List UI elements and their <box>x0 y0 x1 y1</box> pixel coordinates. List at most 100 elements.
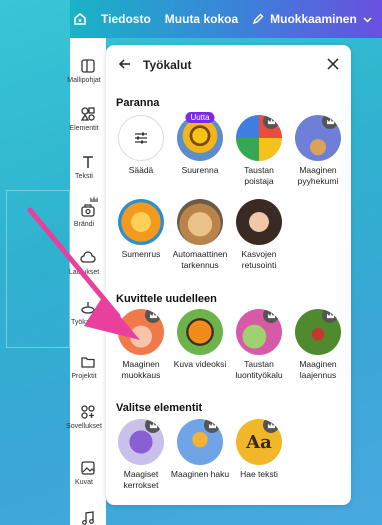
crown-icon <box>326 312 334 318</box>
tool-magic-layers[interactable]: Maagiset kerrokset <box>111 419 171 491</box>
upload-cloud-icon <box>80 251 96 263</box>
tool-face-retouch[interactable]: Kasvojen retusointi <box>229 199 289 271</box>
home-icon <box>74 12 86 25</box>
brand-icon <box>81 204 95 217</box>
resize-button[interactable]: Muuta kokoa <box>165 12 238 26</box>
ball-thumbnail <box>236 115 282 161</box>
rail-item-text[interactable]: Teksti <box>70 154 106 180</box>
edit-mode-label: Muokkaaminen <box>270 12 357 26</box>
tool-label: Kasvojen retusointi <box>241 249 277 270</box>
crown-icon <box>326 118 334 124</box>
tools-icon <box>81 302 95 314</box>
crown-badge <box>145 309 161 323</box>
sliders-icon <box>135 132 147 144</box>
rail-label: Brändi <box>73 221 95 228</box>
rail-item-elements[interactable]: Elementit <box>69 106 106 132</box>
templates-icon <box>81 59 95 73</box>
tool-label: Sumenrus <box>121 249 161 259</box>
tool-label: Maaginen pyyhekumi <box>297 165 339 186</box>
new-badge: Uutta <box>185 112 215 123</box>
tool-label: Taustan luontityökalu <box>235 359 283 380</box>
tool-magic-search[interactable]: Maaginen haku <box>170 419 230 480</box>
icecream-thumbnail <box>118 309 164 355</box>
crown-badge <box>145 419 161 433</box>
crown-icon <box>267 422 275 428</box>
dog-thumbnail <box>177 199 223 245</box>
rail-label: Kuvat <box>75 479 93 486</box>
tool-label: Maaginen muokkaus <box>121 359 161 380</box>
tool-autofocus[interactable]: Automaattinen tarkennus <box>170 199 230 271</box>
panel-title: Työkalut <box>143 58 192 72</box>
rail-label: Teksti <box>75 173 93 180</box>
crown-icon <box>149 312 157 318</box>
section-title-reimagine: Kuvittele uudelleen <box>116 293 217 305</box>
tool-label: Kuva videoksi <box>173 359 227 369</box>
back-arrow-icon[interactable] <box>117 56 133 72</box>
folder-icon <box>81 357 95 368</box>
rail-label: Lataukset <box>68 269 100 276</box>
top-toolbar: Tiedosto Muuta kokoa Muokkaaminen <box>70 0 382 38</box>
crown-badge <box>263 419 279 433</box>
tools-panel: Työkalut Paranna Säädä Uutta Suurenna Ta… <box>106 45 351 505</box>
crown-badge <box>204 419 220 433</box>
tool-bg-generator[interactable]: Taustan luontityökalu <box>229 309 289 381</box>
rail-label: Työkalut <box>70 319 98 326</box>
adjust-thumbnail <box>118 115 164 161</box>
crown-badge <box>322 115 338 129</box>
rail-label: Elementit <box>69 125 99 132</box>
crown-badge <box>263 309 279 323</box>
crown-icon <box>90 196 98 202</box>
rail-item-photos[interactable]: Kuvat <box>70 460 106 486</box>
rail-item-brand[interactable]: Brändi <box>70 202 106 228</box>
crown-badge <box>263 115 279 129</box>
chevron-down-icon <box>363 16 372 23</box>
tool-grab-text[interactable]: Aa Hae teksti <box>229 419 289 480</box>
section-title-select: Valitse elementit <box>116 402 203 414</box>
crown-icon <box>149 422 157 428</box>
bottle-thumbnail <box>236 309 282 355</box>
crown-icon <box>267 312 275 318</box>
rail-item-audio[interactable] <box>70 510 106 525</box>
decorative-frame <box>6 190 70 348</box>
text-glyph-icon: Aa <box>246 431 272 453</box>
tool-label: Suurenna <box>181 165 219 175</box>
file-menu[interactable]: Tiedosto <box>101 12 151 26</box>
tool-blur[interactable]: Sumenrus <box>111 199 171 260</box>
rail-item-projects[interactable]: Projektit <box>70 354 106 380</box>
tool-bg-remover[interactable]: Taustan poistaja <box>229 115 289 187</box>
tool-label: Automaattinen tarkennus <box>172 249 228 270</box>
face-thumbnail <box>236 199 282 245</box>
layers-thumbnail <box>118 419 164 465</box>
home-button[interactable] <box>73 6 87 32</box>
music-note-icon <box>82 511 94 525</box>
tool-magic-edit[interactable]: Maaginen muokkaus <box>111 309 171 381</box>
tool-label: Taustan poistaja <box>244 165 274 186</box>
edit-mode-menu[interactable]: Muokkaaminen <box>252 12 372 26</box>
rail-item-templates[interactable]: Mallipohjat <box>67 58 106 84</box>
side-rail: Mallipohjat Elementit Teksti Brändi Lata… <box>66 38 106 525</box>
tool-enlarge[interactable]: Uutta Suurenna <box>170 112 230 176</box>
crown-icon <box>267 118 275 124</box>
rail-label: Projektit <box>71 373 97 380</box>
panel-header: Työkalut <box>106 45 351 83</box>
tool-label: Maaginen laajennus <box>299 359 337 380</box>
tool-label: Säädä <box>128 165 154 175</box>
tool-label: Hae teksti <box>240 469 278 479</box>
rail-item-uploads[interactable]: Lataukset <box>69 250 106 276</box>
image-icon <box>81 461 95 475</box>
rail-label: Sovellukset <box>66 423 102 430</box>
tool-magic-expand[interactable]: Maaginen laajennus <box>288 309 348 381</box>
rail-item-apps[interactable]: Sovellukset <box>66 404 106 430</box>
balloon-thumbnail <box>177 419 223 465</box>
crown-badge <box>322 309 338 323</box>
butterfly-thumbnail <box>177 309 223 355</box>
elements-icon <box>80 107 95 121</box>
apps-icon <box>81 405 95 419</box>
close-icon[interactable] <box>325 56 341 72</box>
tool-label: Maagiset kerrokset <box>123 469 159 490</box>
tool-magic-eraser[interactable]: Maaginen pyyhekumi <box>288 115 348 187</box>
tool-adjust[interactable]: Säädä <box>111 115 171 176</box>
ladybug-thumbnail <box>295 309 341 355</box>
rail-item-tools[interactable]: Työkalut <box>70 300 106 326</box>
tool-image-to-video[interactable]: Kuva videoksi <box>170 309 230 370</box>
